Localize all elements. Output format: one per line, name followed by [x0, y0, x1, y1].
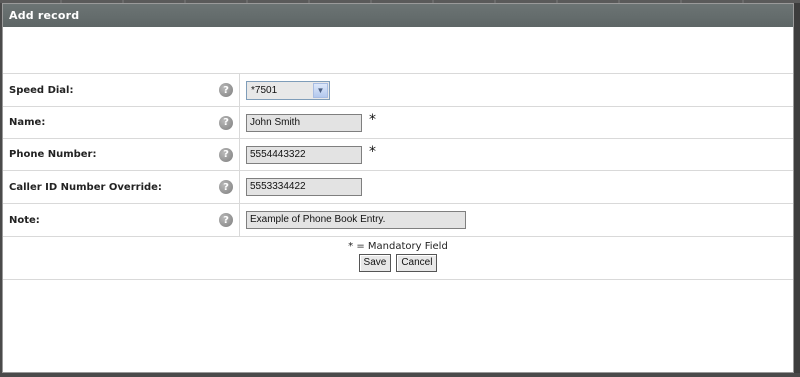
- note-label: Note:: [9, 214, 40, 226]
- add-record-dialog: Add record Speed Dial: ? *7501 ▼ Name: ?…: [2, 3, 794, 373]
- required-asterisk: *: [369, 143, 376, 160]
- phone-number-label: Phone Number:: [9, 149, 97, 160]
- help-icon[interactable]: ?: [219, 147, 233, 162]
- speed-dial-selected-value: *7501: [251, 84, 278, 96]
- name-label: Name:: [9, 117, 46, 128]
- note-row: Note: ? Example of Phone Book Entry.: [3, 204, 793, 237]
- caller-id-label: Caller ID Number Override:: [9, 181, 162, 193]
- dialog-titlebar[interactable]: Add record: [3, 4, 793, 27]
- cancel-button[interactable]: Cancel: [396, 254, 438, 272]
- help-icon[interactable]: ?: [219, 115, 233, 130]
- name-input[interactable]: John Smith: [246, 113, 362, 132]
- mandatory-field-note: * = Mandatory Field: [348, 241, 448, 252]
- speed-dial-label: Speed Dial:: [9, 84, 74, 96]
- note-value-cell: Example of Phone Book Entry.: [240, 204, 793, 236]
- name-value-cell: John Smith *: [240, 107, 793, 138]
- phone-number-label-cell: Phone Number: ?: [3, 139, 240, 170]
- caller-id-input[interactable]: 5553334422: [246, 178, 362, 196]
- note-input[interactable]: Example of Phone Book Entry.: [246, 211, 466, 229]
- note-label-cell: Note: ?: [3, 204, 240, 236]
- phone-number-value-cell: 5554443322 *: [240, 139, 793, 170]
- caller-id-label-cell: Caller ID Number Override: ?: [3, 171, 240, 203]
- name-label-cell: Name: ?: [3, 107, 240, 138]
- caller-id-row: Caller ID Number Override: ? 5553334422: [3, 171, 793, 204]
- phone-number-row: Phone Number: ? 5554443322 *: [3, 139, 793, 171]
- help-icon[interactable]: ?: [219, 213, 233, 227]
- caller-id-value-cell: 5553334422: [240, 171, 793, 203]
- save-button[interactable]: Save: [358, 254, 392, 272]
- form-footer: * = Mandatory Field Save Cancel: [3, 237, 793, 280]
- dialog-title: Add record: [9, 9, 80, 22]
- speed-dial-select[interactable]: *7501 ▼: [246, 80, 330, 100]
- required-asterisk: *: [369, 111, 376, 128]
- name-row: Name: ? John Smith *: [3, 107, 793, 139]
- speed-dial-value-cell: *7501 ▼: [240, 74, 793, 106]
- background-scrollbar: [794, 3, 800, 373]
- speed-dial-row: Speed Dial: ? *7501 ▼: [3, 74, 793, 107]
- button-row: Save Cancel: [358, 254, 438, 272]
- speed-dial-label-cell: Speed Dial: ?: [3, 74, 240, 106]
- chevron-down-icon[interactable]: ▼: [313, 82, 328, 98]
- phone-number-input[interactable]: 5554443322: [246, 145, 362, 164]
- help-icon[interactable]: ?: [219, 83, 233, 97]
- help-icon[interactable]: ?: [219, 180, 233, 194]
- dialog-header-space: [3, 27, 793, 74]
